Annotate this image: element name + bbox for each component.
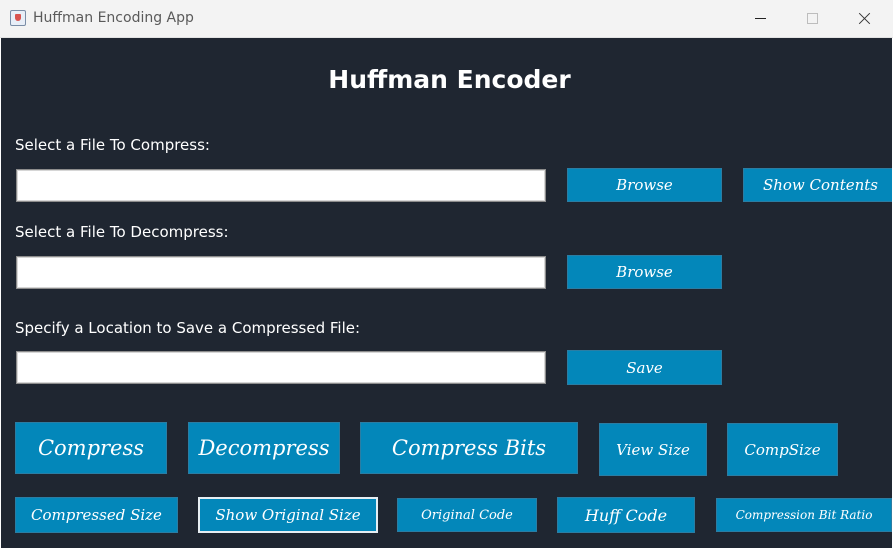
- compressed-size-button[interactable]: Compressed Size: [15, 497, 178, 533]
- browse-decompress-button[interactable]: Browse: [567, 255, 722, 289]
- save-location-field[interactable]: [16, 351, 546, 384]
- title-bar: Huffman Encoding App: [0, 0, 893, 38]
- compress-file-field[interactable]: [16, 169, 546, 202]
- show-original-size-button[interactable]: Show Original Size: [198, 497, 378, 533]
- comp-size-button[interactable]: CompSize: [727, 423, 838, 476]
- compress-file-label: Select a File To Compress:: [15, 136, 210, 154]
- view-size-button[interactable]: View Size: [599, 423, 707, 476]
- maximize-icon[interactable]: [798, 6, 828, 30]
- show-contents-button[interactable]: Show Contents: [743, 168, 892, 202]
- original-code-button[interactable]: Original Code: [397, 498, 537, 532]
- window-title: Huffman Encoding App: [33, 10, 194, 26]
- main-panel: Huffman Encoder Select a File To Compres…: [1, 38, 892, 548]
- java-app-icon: [10, 10, 26, 26]
- save-location-label: Specify a Location to Save a Compressed …: [15, 319, 361, 337]
- decompress-file-field[interactable]: [16, 256, 546, 289]
- compress-bits-button[interactable]: Compress Bits: [360, 422, 578, 474]
- decompress-button[interactable]: Decompress: [188, 422, 340, 474]
- minimize-icon[interactable]: [746, 6, 776, 30]
- page-title: Huffman Encoder: [328, 65, 571, 94]
- compression-bit-ratio-button[interactable]: Compression Bit Ratio: [716, 498, 892, 532]
- huff-code-button[interactable]: Huff Code: [557, 497, 695, 533]
- save-button[interactable]: Save: [567, 350, 722, 385]
- browse-compress-button[interactable]: Browse: [567, 168, 722, 202]
- close-icon[interactable]: [851, 6, 881, 30]
- compress-button[interactable]: Compress: [15, 422, 167, 474]
- decompress-file-label: Select a File To Decompress:: [15, 223, 229, 241]
